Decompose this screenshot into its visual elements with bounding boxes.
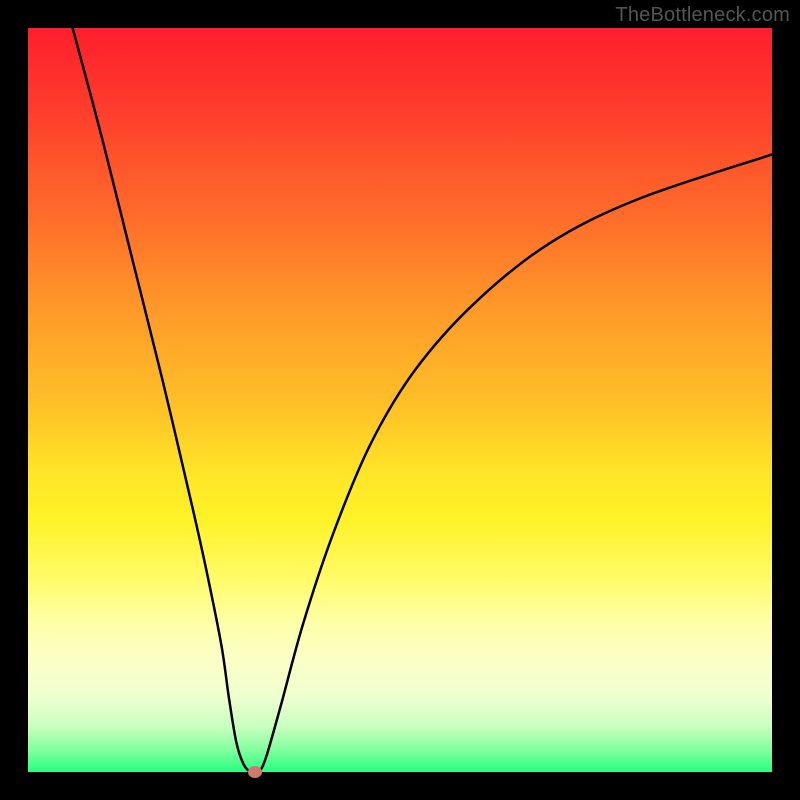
plot-area bbox=[28, 28, 772, 772]
bottleneck-curve-path bbox=[73, 28, 772, 772]
watermark-text: TheBottleneck.com bbox=[615, 4, 790, 27]
curve-svg bbox=[28, 28, 772, 772]
minimum-marker bbox=[248, 766, 262, 778]
chart-frame: TheBottleneck.com bbox=[0, 0, 800, 800]
